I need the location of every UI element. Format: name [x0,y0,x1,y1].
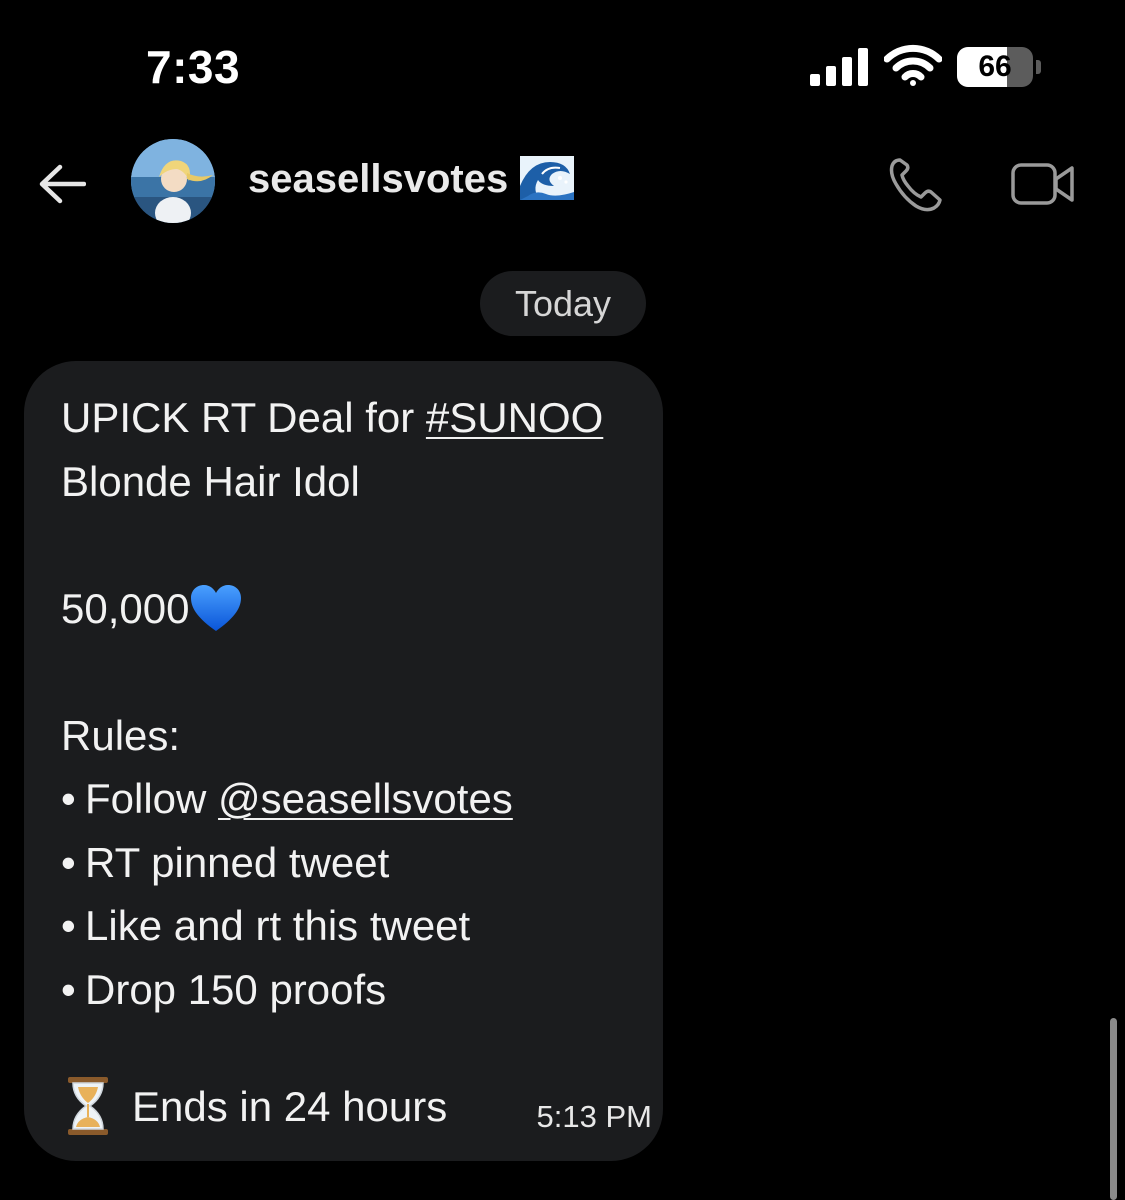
avatar[interactable] [131,139,215,223]
hashtag-link[interactable]: #SUNOO [426,394,603,441]
conversation-header: seasellsvotes [0,130,1125,240]
bullet: • [61,775,76,822]
message-bubble[interactable]: UPICK RT Deal for #SUNOO Blonde Hair Ido… [24,361,663,1161]
battery-indicator: 66 [957,47,1043,87]
rule-text: Follow [85,775,219,822]
bullet: • [61,902,76,949]
wifi-icon [884,44,942,86]
battery-cap [1036,60,1041,74]
back-arrow-icon [39,164,86,204]
date-divider: Today [480,271,646,336]
rule-text: Drop 150 proofs [85,965,387,1013]
wave-icon [520,156,575,200]
message-footer: Ends in 24 hours 5:13 PM [66,1069,656,1149]
cellular-signal-icon [810,48,868,86]
amount-text: 50,000 [61,584,190,632]
blue-heart-icon [191,584,242,631]
rule-item: • Drop 150 proofs [61,958,641,1022]
scrollbar[interactable] [1110,1018,1117,1200]
message-text: UPICK RT Deal for #SUNOO Blonde Hair Ido… [61,386,641,1021]
rule-text: RT pinned tweet [85,838,390,886]
rule-item: • Like and rt this tweet [61,894,641,958]
ends-in-text: Ends in 24 hours [132,1083,448,1130]
video-camera-icon [1011,163,1074,205]
battery-level: 66 [978,50,1012,83]
hourglass-icon [68,1077,108,1135]
avatar-image [131,139,215,223]
rule-item: • Follow @seasellsvotes [61,767,641,831]
mention-link[interactable]: @seasellsvotes [218,775,513,822]
message-line: Blonde Hair Idol [61,457,360,505]
bullet: • [61,838,76,886]
message-line-text: UPICK RT Deal for [61,394,426,441]
rule-text: Like and rt this tweet [85,902,471,949]
message-line: UPICK RT Deal for #SUNOO [61,386,641,450]
rule-item: • RT pinned tweet [61,831,641,895]
contact-name[interactable]: seasellsvotes [248,156,575,202]
phone-icon [889,158,942,212]
contact-name-text: seasellsvotes [248,157,509,201]
call-button[interactable] [886,154,946,214]
back-button[interactable] [30,152,94,216]
bullet: • [61,965,76,1013]
battery-body: 66 [957,47,1033,87]
status-time: 7:33 [146,41,241,93]
message-timestamp: 5:13 PM [536,1099,652,1134]
video-call-button[interactable] [1010,160,1076,208]
message-line: 50,000 [61,577,641,641]
rules-heading: Rules: [61,711,181,759]
status-bar: 7:33 66 [0,0,1125,130]
